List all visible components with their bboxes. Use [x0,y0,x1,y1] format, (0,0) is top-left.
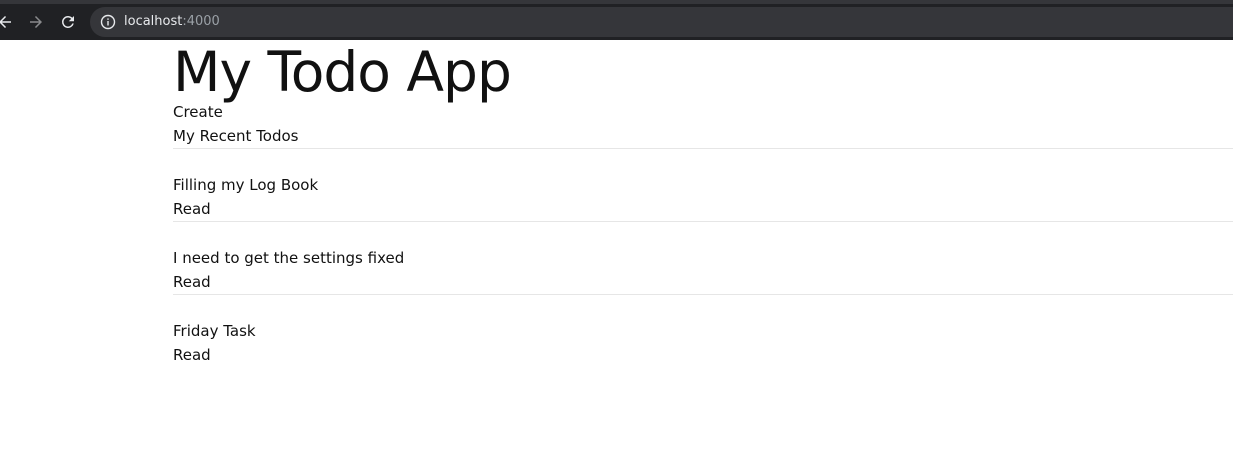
forward-arrow-icon[interactable] [25,11,47,33]
todo-item: I need to get the settings fixed Read [173,222,1233,295]
browser-toolbar: localhost:4000 [0,0,1233,40]
url-text: localhost:4000 [124,13,220,31]
address-bar[interactable]: localhost:4000 [90,7,1233,37]
page-content: My Todo App Create My Recent Todos Filli… [0,40,1233,454]
back-arrow-icon[interactable] [0,11,16,33]
recent-todos-heading: My Recent Todos [173,124,1233,149]
todo-app: My Todo App Create My Recent Todos Filli… [173,40,1233,368]
todo-item: Friday Task Read [173,295,1233,368]
todo-title: Filling my Log Book [173,176,319,194]
todo-title: Friday Task [173,322,256,340]
url-port: :4000 [182,14,220,29]
url-host: localhost [124,14,183,29]
todo-item: Filling my Log Book Read [173,149,1233,222]
read-link[interactable]: Read [173,270,1233,294]
todo-title: I need to get the settings fixed [173,249,405,267]
reload-icon[interactable] [57,11,79,33]
page-title: My Todo App [173,40,512,104]
read-link[interactable]: Read [173,197,1233,221]
info-icon[interactable] [100,14,116,30]
read-link[interactable]: Read [173,343,1233,367]
